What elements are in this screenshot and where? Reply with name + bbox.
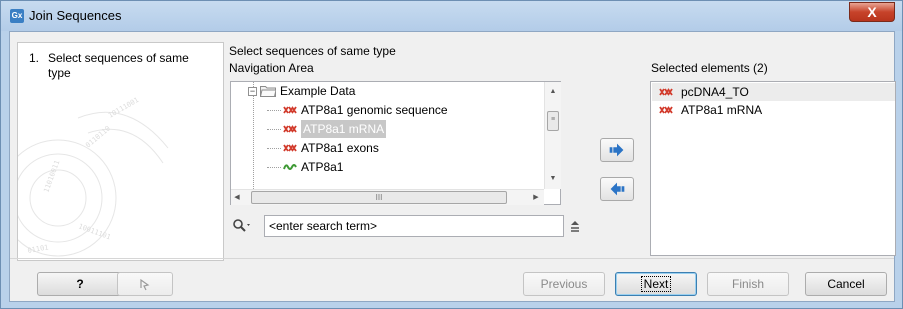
tree-item-label: ATP8a1 genomic sequence	[301, 103, 448, 117]
add-to-selection-button[interactable]	[600, 138, 634, 162]
previous-button[interactable]: Previous	[523, 272, 605, 296]
tree-connector	[267, 128, 281, 130]
dna-sequence-icon	[283, 144, 297, 152]
scroll-down-icon[interactable]: ▼	[545, 171, 561, 187]
dialog-body: 1. Select sequences of same type 1011100…	[9, 31, 896, 302]
selected-element-label: pcDNA4_TO	[681, 85, 749, 99]
window-title: Join Sequences	[29, 8, 122, 23]
selected-elements-list[interactable]: pcDNA4_TO ATP8a1 mRNA	[650, 81, 896, 256]
binary-watermark-graphic: 10111001 0110110 11010011 10011101 01101	[18, 96, 169, 257]
app-icon: Gx	[10, 9, 24, 23]
selected-element-row[interactable]: ATP8a1 mRNA	[652, 101, 895, 119]
svg-text:01101: 01101	[27, 243, 49, 255]
previous-label: Previous	[540, 277, 588, 291]
tree-connector	[267, 147, 281, 149]
protein-sequence-icon	[283, 164, 297, 170]
selected-elements-label: Selected elements (2)	[651, 61, 768, 75]
search-settings-icon[interactable]	[569, 219, 581, 233]
dna-sequence-icon	[283, 106, 297, 114]
arrow-left-icon	[610, 182, 625, 196]
step-number: 1.	[29, 51, 40, 65]
search-icon	[233, 219, 250, 232]
footer-separator	[10, 258, 894, 259]
restore-button[interactable]	[117, 272, 173, 296]
finish-label: Finish	[731, 277, 764, 291]
svg-text:11010011: 11010011	[42, 159, 61, 193]
step-label: Select sequences of same type	[48, 51, 189, 80]
tree-item[interactable]: ATP8a1 exons	[267, 139, 379, 157]
main-content: Select sequences of same type Navigation…	[228, 42, 896, 267]
tree-item-label: ATP8a1 mRNA	[301, 120, 387, 138]
wizard-step: 1. Select sequences of same type	[29, 51, 219, 81]
next-button[interactable]: Next	[615, 272, 697, 296]
search-input[interactable]	[264, 215, 564, 237]
dna-sequence-icon	[659, 106, 673, 114]
tree-viewport: − Example Data ATP8a1 genomic sequence A…	[231, 82, 544, 189]
folder-icon	[260, 86, 276, 97]
remove-from-selection-button[interactable]	[600, 177, 634, 201]
tree-horizontal-scrollbar[interactable]: ◀ III ▶	[231, 189, 544, 205]
next-label: Next	[640, 276, 672, 292]
tree-item-label: ATP8a1 exons	[301, 141, 379, 155]
undo-icon	[140, 278, 150, 291]
help-label: ?	[76, 277, 84, 291]
tree-folder-label: Example Data	[280, 84, 356, 98]
search-options-button[interactable]	[232, 218, 254, 234]
horizontal-scroll-thumb[interactable]: III	[251, 191, 507, 204]
tree-item[interactable]: ATP8a1 genomic sequence	[267, 101, 448, 119]
finish-button[interactable]: Finish	[707, 272, 789, 296]
tree-item-selected[interactable]: ATP8a1 mRNA	[267, 120, 387, 138]
tree-item[interactable]: ATP8a1	[267, 158, 343, 176]
svg-text:10011101: 10011101	[77, 222, 111, 241]
dialog-window: Gx Join Sequences X 1. Select sequences …	[0, 0, 903, 309]
collapse-icon[interactable]: −	[248, 86, 257, 96]
svg-text:10111001: 10111001	[107, 96, 140, 120]
scroll-right-icon[interactable]: ▶	[530, 190, 542, 206]
tree-vertical-scrollbar[interactable]: ▲ ≡ ▼	[544, 82, 561, 189]
navigation-tree[interactable]: − Example Data ATP8a1 genomic sequence A…	[230, 81, 561, 205]
scroll-left-icon[interactable]: ◀	[231, 190, 243, 206]
svg-text:0110110: 0110110	[84, 124, 112, 149]
wizard-steps-panel: 1. Select sequences of same type 1011100…	[17, 42, 224, 261]
close-button[interactable]: X	[849, 2, 895, 22]
tree-connector	[267, 109, 281, 111]
vertical-scroll-thumb[interactable]: ≡	[547, 111, 559, 131]
page-heading: Select sequences of same type	[229, 44, 396, 58]
scroll-up-icon[interactable]: ▲	[545, 84, 561, 100]
title-bar[interactable]: Gx Join Sequences X	[1, 1, 902, 31]
cancel-button[interactable]: Cancel	[805, 272, 887, 296]
tree-item-label: ATP8a1	[301, 160, 344, 174]
cancel-label: Cancel	[827, 277, 865, 291]
arrow-right-icon	[609, 143, 624, 157]
dna-sequence-icon	[659, 88, 673, 96]
tree-connector	[267, 166, 281, 168]
navigation-area-label: Navigation Area	[229, 61, 314, 75]
selected-element-label: ATP8a1 mRNA	[681, 103, 763, 117]
selected-element-row[interactable]: pcDNA4_TO	[652, 83, 895, 101]
help-button[interactable]: ?	[37, 272, 123, 296]
tree-folder-row[interactable]: − Example Data	[248, 82, 355, 100]
dna-sequence-icon	[283, 125, 297, 133]
search-row	[230, 215, 579, 237]
